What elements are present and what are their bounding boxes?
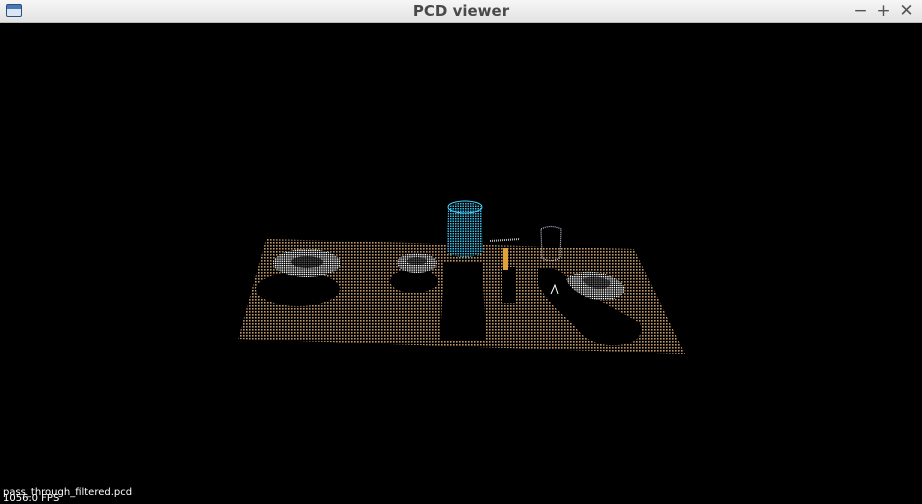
window-controls: − + ✕ <box>849 0 918 23</box>
tool-shadow <box>502 267 516 303</box>
window-title: PCD viewer <box>412 2 510 20</box>
minimize-button[interactable]: − <box>849 0 872 23</box>
plate-shadow <box>256 272 340 306</box>
title-bar[interactable]: PCD viewer − + ✕ <box>0 0 922 23</box>
tube-points <box>503 248 508 270</box>
point-cloud-render[interactable] <box>0 23 922 504</box>
cup-shadow <box>440 263 486 341</box>
loaded-file-name: pass_through_filtered.pcd <box>3 487 133 498</box>
close-button[interactable]: ✕ <box>895 0 918 23</box>
rod-points <box>489 238 521 242</box>
maximize-button[interactable]: + <box>872 0 895 23</box>
pcd-viewer-window: PCD viewer − + ✕ 1056.0 FPS pass_through… <box>0 0 922 504</box>
bowl-inner <box>407 257 427 265</box>
plate-inner <box>291 256 323 268</box>
point-cloud-viewport[interactable]: 1056.0 FPS pass_through_filtered.pcd <box>0 23 922 504</box>
cup-points <box>447 202 483 257</box>
